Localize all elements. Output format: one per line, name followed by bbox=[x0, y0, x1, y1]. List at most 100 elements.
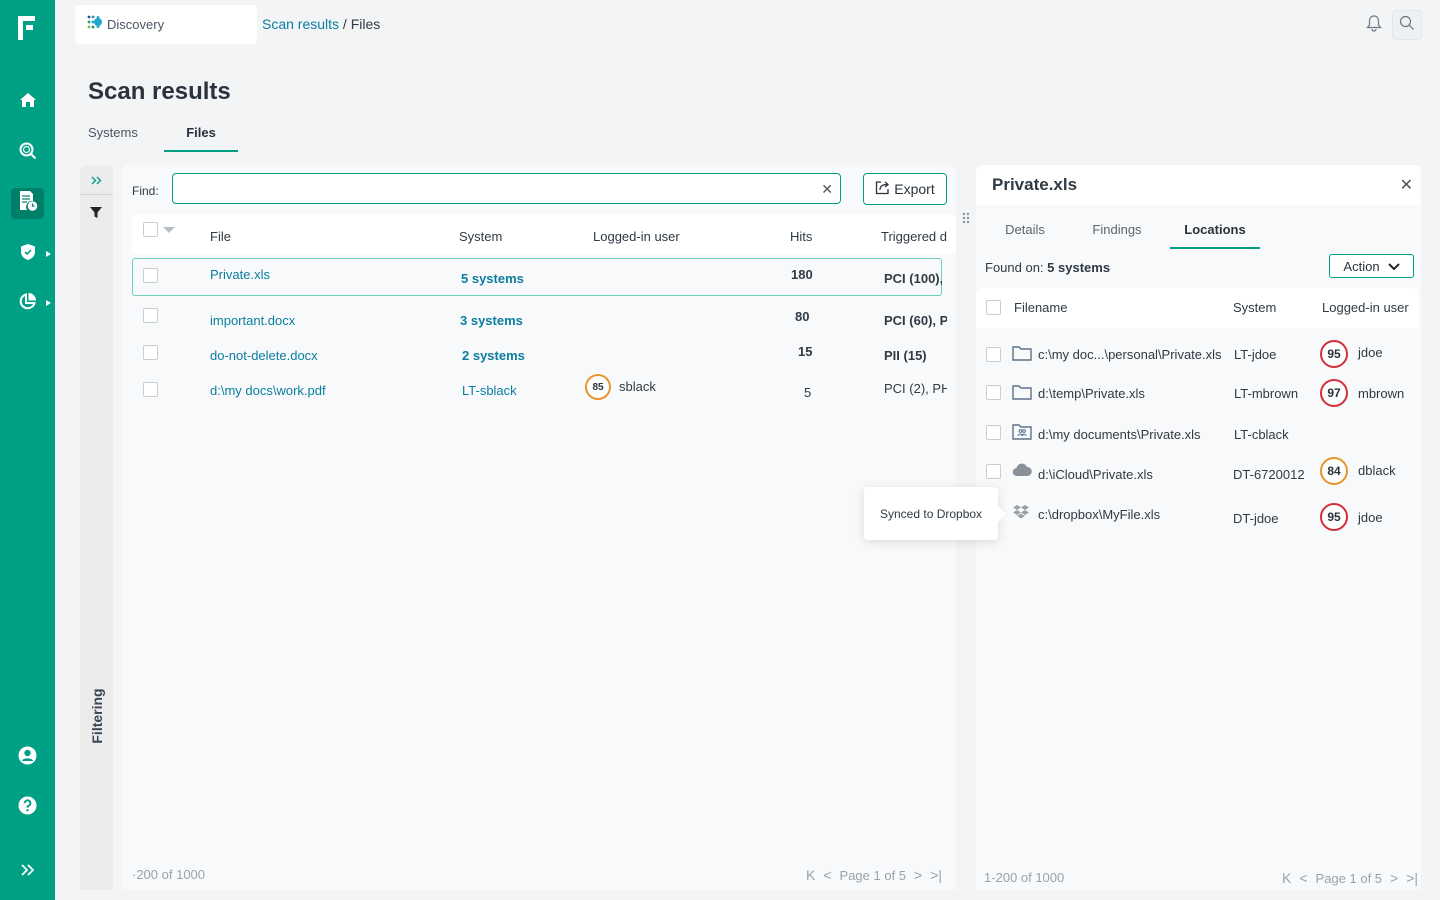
last-page-button[interactable]: >| bbox=[1406, 870, 1418, 886]
location-row[interactable]: d:\temp\Private.xls LT-mbrown 97 mbrown bbox=[976, 377, 1419, 413]
select-all-locations-checkbox[interactable] bbox=[986, 300, 1001, 315]
found-on-value: 5 systems bbox=[1047, 260, 1111, 275]
filter-funnel-button[interactable] bbox=[89, 205, 103, 224]
filtering-toggle[interactable]: Filtering bbox=[82, 685, 112, 747]
nav-analytics[interactable] bbox=[11, 288, 44, 319]
file-name-link[interactable]: d:\my docs\work.pdf bbox=[210, 383, 326, 398]
system-link[interactable]: 3 systems bbox=[460, 313, 523, 328]
magnify-icon bbox=[19, 142, 37, 165]
row-checkbox[interactable] bbox=[143, 308, 158, 323]
global-search-button[interactable] bbox=[1392, 10, 1422, 40]
close-panel-button[interactable]: ✕ bbox=[1400, 175, 1413, 195]
risk-score-badge: 95 bbox=[1320, 340, 1348, 368]
system-link[interactable]: LT-sblack bbox=[462, 383, 517, 398]
folder-icon bbox=[1012, 384, 1032, 405]
bell-icon bbox=[1366, 14, 1382, 37]
row-checkbox[interactable] bbox=[143, 345, 158, 360]
table-row[interactable]: d:\my docs\work.pdf LT-sblack 85 sblack … bbox=[132, 374, 947, 413]
next-page-button[interactable]: > bbox=[914, 867, 922, 883]
nav-help[interactable] bbox=[11, 792, 44, 823]
column-header-system[interactable]: System bbox=[459, 229, 502, 244]
system-link[interactable]: 5 systems bbox=[461, 271, 524, 286]
first-page-button[interactable]: K bbox=[1282, 870, 1291, 886]
files-table-header: File System Logged-in user Hits Triggere… bbox=[132, 214, 956, 254]
prev-page-button[interactable]: < bbox=[823, 867, 831, 883]
column-header-file[interactable]: File bbox=[210, 229, 231, 244]
tab-systems[interactable]: Systems bbox=[88, 118, 164, 152]
expand-filters-button[interactable] bbox=[80, 165, 113, 195]
nav-home[interactable] bbox=[11, 87, 44, 118]
tab-findings[interactable]: Findings bbox=[1064, 212, 1170, 249]
row-checkbox[interactable] bbox=[986, 385, 1001, 400]
logged-in-user: sblack bbox=[619, 379, 656, 394]
hits-value: 15 bbox=[798, 344, 813, 359]
risk-score-badge: 95 bbox=[1320, 503, 1348, 531]
breadcrumb-scan-results-link[interactable]: Scan results bbox=[262, 16, 339, 32]
column-header-triggered[interactable]: Triggered d bbox=[881, 229, 956, 244]
nav-search-scan[interactable] bbox=[11, 138, 44, 169]
submenu-caret-icon bbox=[46, 300, 51, 306]
location-row[interactable]: c:\dropbox\MyFile.xls DT-jdoe 95 jdoe bbox=[976, 497, 1419, 533]
locations-count: 1-200 of 1000 bbox=[984, 870, 1065, 885]
location-row[interactable]: d:\iCloud\Private.xls DT-6720012 84 dbla… bbox=[976, 455, 1419, 491]
detail-panel-title: Private.xls bbox=[992, 175, 1078, 194]
tab-files[interactable]: Files bbox=[164, 118, 238, 152]
prev-page-button[interactable]: < bbox=[1299, 870, 1307, 886]
triggered-value: PCI (100), bbox=[884, 271, 942, 286]
location-system: DT-jdoe bbox=[1233, 511, 1279, 526]
column-header-logged-in-user[interactable]: Logged-in user bbox=[1322, 300, 1409, 315]
clear-find-button[interactable]: ✕ bbox=[821, 181, 833, 198]
location-filename: d:\my documents\Private.xls bbox=[1038, 427, 1201, 442]
select-all-checkbox[interactable] bbox=[143, 222, 158, 237]
select-menu-caret-icon[interactable] bbox=[163, 227, 175, 233]
risk-score-badge: 84 bbox=[1320, 457, 1348, 485]
location-filename: d:\temp\Private.xls bbox=[1038, 386, 1145, 401]
table-row[interactable]: Private.xls 5 systems 180 PCI (100), bbox=[132, 258, 942, 296]
find-input[interactable] bbox=[173, 174, 803, 203]
location-user: jdoe bbox=[1358, 510, 1383, 525]
location-row[interactable]: c:\my doc...\personal\Private.xls LT-jdo… bbox=[976, 337, 1419, 373]
nav-scan-reports[interactable] bbox=[11, 188, 44, 219]
found-on-summary: Found on: 5 systems bbox=[985, 260, 1110, 275]
nav-security[interactable] bbox=[11, 239, 44, 270]
nav-expand[interactable] bbox=[11, 856, 44, 887]
column-header-system[interactable]: System bbox=[1233, 300, 1276, 315]
find-field: ✕ bbox=[172, 173, 841, 204]
table-row[interactable]: important.docx 3 systems 80 PCI (60), P bbox=[132, 305, 947, 343]
tab-details[interactable]: Details bbox=[986, 212, 1064, 249]
next-page-button[interactable]: > bbox=[1390, 870, 1398, 886]
tab-locations[interactable]: Locations bbox=[1170, 212, 1260, 249]
table-row[interactable]: do-not-delete.docx 2 systems 15 PII (15) bbox=[132, 340, 942, 378]
filter-sidebar: Filtering bbox=[80, 165, 113, 890]
row-checkbox[interactable] bbox=[986, 347, 1001, 362]
app-switcher[interactable]: Discovery bbox=[75, 5, 257, 44]
location-system: LT-cblack bbox=[1234, 427, 1289, 442]
column-header-logged-in-user[interactable]: Logged-in user bbox=[593, 229, 680, 244]
row-checkbox[interactable] bbox=[143, 268, 158, 283]
panel-resize-handle[interactable] bbox=[962, 211, 970, 229]
column-header-filename[interactable]: Filename bbox=[1014, 300, 1067, 315]
file-name-link[interactable]: do-not-delete.docx bbox=[210, 348, 318, 363]
action-label: Action bbox=[1343, 258, 1380, 274]
column-header-hits[interactable]: Hits bbox=[790, 229, 812, 244]
help-icon bbox=[18, 796, 37, 820]
filtering-label: Filtering bbox=[89, 688, 105, 744]
app-logo-icon[interactable] bbox=[18, 16, 38, 40]
last-page-button[interactable]: >| bbox=[930, 867, 942, 883]
first-page-button[interactable]: K bbox=[806, 867, 815, 883]
file-name-link[interactable]: important.docx bbox=[210, 313, 295, 328]
row-checkbox[interactable] bbox=[986, 425, 1001, 440]
location-row[interactable]: d:\my documents\Private.xls LT-cblack bbox=[976, 417, 1419, 453]
notifications-button[interactable] bbox=[1359, 10, 1389, 40]
row-checkbox[interactable] bbox=[986, 464, 1001, 479]
system-link[interactable]: 2 systems bbox=[462, 348, 525, 363]
files-count: ·200 of 1000 bbox=[132, 867, 206, 882]
detail-panel-header: Private.xls ✕ bbox=[976, 165, 1421, 205]
action-dropdown[interactable]: Action bbox=[1329, 254, 1414, 278]
row-checkbox[interactable] bbox=[143, 382, 158, 397]
location-filename: c:\dropbox\MyFile.xls bbox=[1038, 507, 1161, 522]
nav-profile[interactable] bbox=[11, 742, 44, 773]
file-name-link[interactable]: Private.xls bbox=[210, 267, 270, 282]
export-button[interactable]: Export bbox=[863, 173, 947, 205]
close-icon: ✕ bbox=[1399, 177, 1413, 194]
